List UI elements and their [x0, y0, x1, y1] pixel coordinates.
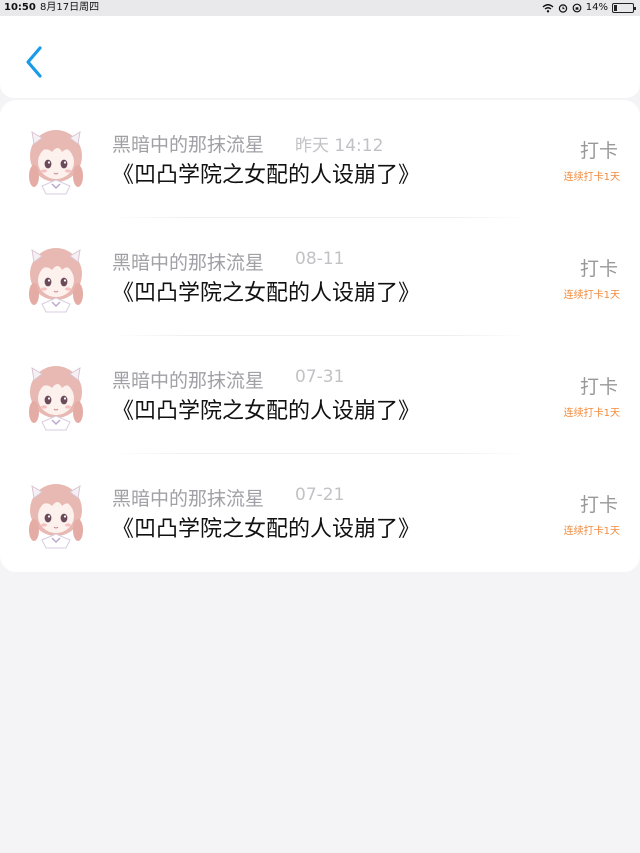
checkin-label: 打卡: [579, 258, 618, 280]
book-title[interactable]: 《凹凸学院之女配的人设崩了》: [112, 393, 420, 425]
post-time: 07-31: [295, 367, 345, 387]
back-button[interactable]: [18, 42, 54, 82]
avatar-girl-icon: [29, 484, 83, 549]
checkin-label: 打卡: [579, 494, 618, 516]
post-time: 08-11: [295, 249, 345, 269]
battery-percent: 14%: [585, 2, 608, 13]
status-date: 8月17日周四: [40, 2, 100, 13]
post-time: 07-21: [295, 485, 345, 505]
checkin-row[interactable]: 黑暗中的那抹流星 08-11 《凹凸学院之女配的人设崩了》 打卡 连续打卡1天: [0, 218, 640, 336]
checkin-row[interactable]: 黑暗中的那抹流星 昨天 14:12 《凹凸学院之女配的人设崩了》 打卡 连续打卡…: [0, 100, 640, 218]
avatar-girl-icon: [29, 366, 83, 431]
header: [0, 16, 640, 98]
username[interactable]: 黑暗中的那抹流星: [112, 248, 264, 275]
checkin-row[interactable]: 黑暗中的那抹流星 07-31 《凹凸学院之女配的人设崩了》 打卡 连续打卡1天: [0, 336, 640, 454]
book-title[interactable]: 《凹凸学院之女配的人设崩了》: [112, 511, 420, 543]
wifi-icon: [542, 4, 554, 13]
streak-label: 连续打卡1天: [563, 290, 620, 301]
avatar[interactable]: [22, 476, 90, 550]
checkin-list: 黑暗中的那抹流星 昨天 14:12 《凹凸学院之女配的人设崩了》 打卡 连续打卡…: [0, 100, 640, 572]
avatar-girl-icon: [29, 248, 83, 313]
username[interactable]: 黑暗中的那抹流星: [112, 484, 264, 511]
book-title[interactable]: 《凹凸学院之女配的人设崩了》: [112, 275, 420, 307]
chevron-left-icon: [26, 46, 42, 78]
alarm-icon: [558, 4, 567, 13]
post-time: 昨天 14:12: [295, 136, 384, 156]
checkin-row[interactable]: 黑暗中的那抹流星 07-21 《凹凸学院之女配的人设崩了》 打卡 连续打卡1天: [0, 454, 640, 572]
avatar[interactable]: [22, 240, 90, 314]
avatar-girl-icon: [29, 130, 83, 195]
checkin-label: 打卡: [579, 140, 618, 162]
book-title[interactable]: 《凹凸学院之女配的人设崩了》: [112, 157, 420, 189]
streak-label: 连续打卡1天: [563, 408, 620, 419]
status-right: 14%: [542, 0, 636, 16]
battery-icon: [612, 3, 636, 13]
status-time: 10:50: [4, 2, 36, 13]
status-bar: 10:50 8月17日周四 14%: [0, 0, 640, 16]
streak-label: 连续打卡1天: [563, 172, 620, 183]
username[interactable]: 黑暗中的那抹流星: [112, 366, 264, 393]
rotation-lock-icon: [572, 3, 582, 13]
username[interactable]: 黑暗中的那抹流星: [112, 130, 264, 157]
avatar[interactable]: [22, 358, 90, 432]
streak-label: 连续打卡1天: [563, 526, 620, 537]
checkin-label: 打卡: [579, 376, 618, 398]
avatar[interactable]: [22, 122, 90, 196]
